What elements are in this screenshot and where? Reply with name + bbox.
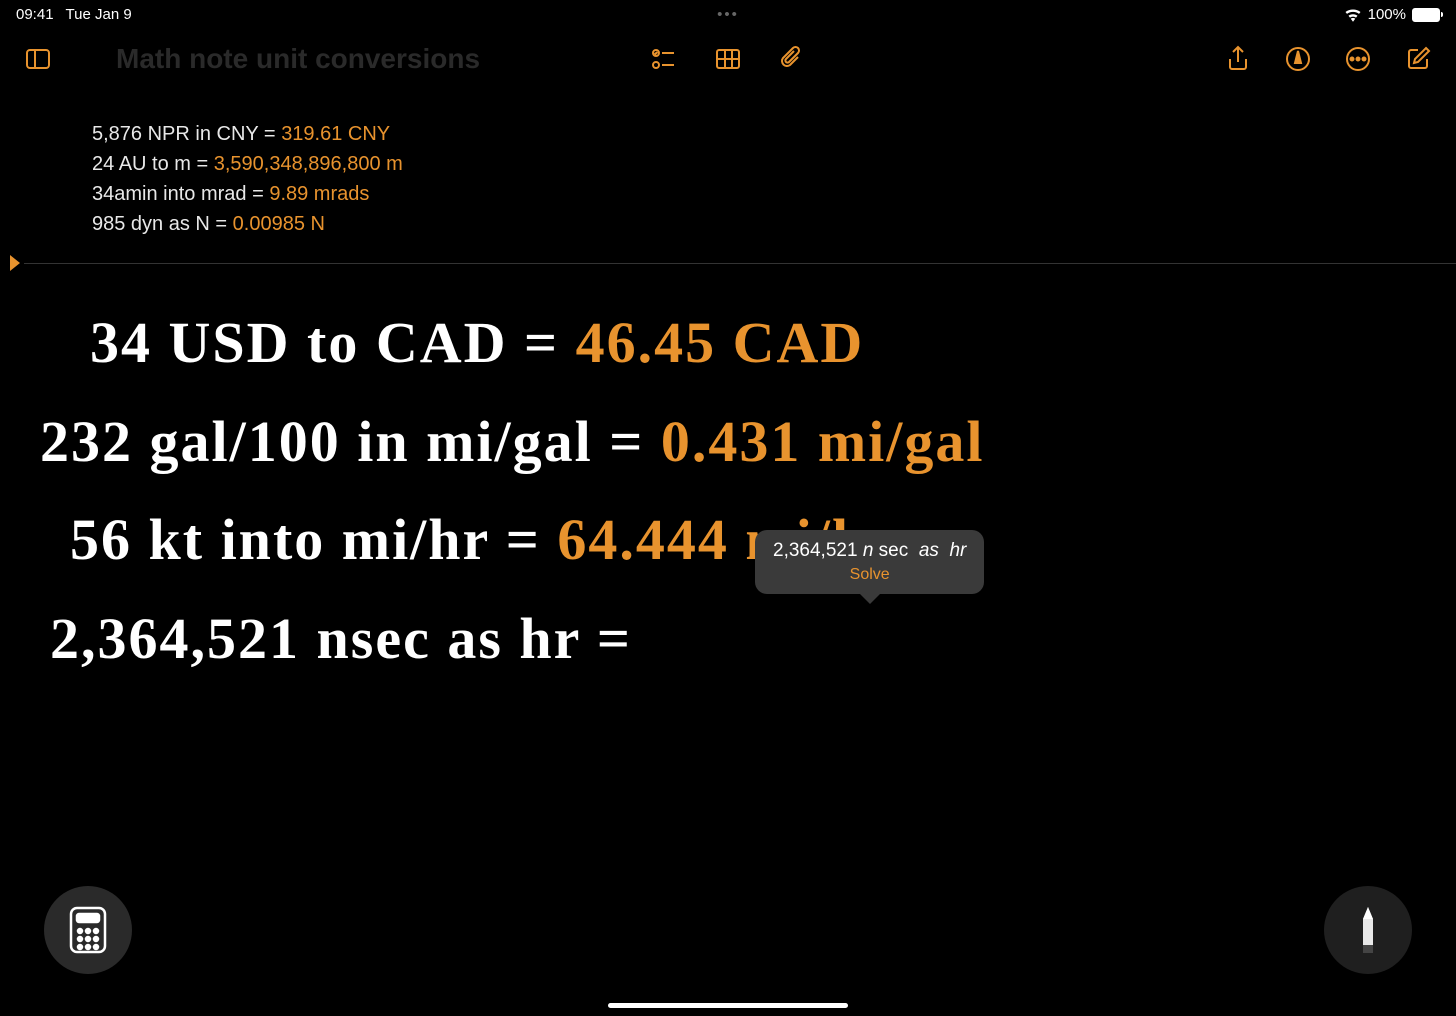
hw-result: 46.45 CAD [576,310,865,375]
calculator-button[interactable] [44,886,132,974]
divider-line [24,263,1456,264]
attachment-icon[interactable] [778,45,806,73]
typed-conversions[interactable]: 5,876 NPR in CNY = 319.61 CNY 24 AU to m… [92,119,1456,239]
hw-result: 0.431 mi/gal [661,409,985,474]
handwriting-canvas[interactable]: 34 USD to CAD = 46.45 CAD 232 gal/100 in… [0,294,1456,688]
typed-expr: 5,876 NPR in CNY = [92,123,276,145]
home-indicator[interactable] [608,1003,848,1008]
toolbar: Math note unit conversions [0,29,1456,89]
typed-result: 9.89 mrads [269,183,369,205]
typed-line-1[interactable]: 24 AU to m = 3,590,348,896,800 m [92,149,1456,179]
battery-icon [1412,8,1440,22]
status-left: 09:41 Tue Jan 9 [16,6,132,23]
typed-result: 3,590,348,896,800 m [214,153,403,175]
hw-expr: 2,364,521 nsec as hr = [50,606,632,671]
divider-handle-icon[interactable] [10,255,20,271]
hw-expr: 232 gal/100 in mi/gal = [40,409,644,474]
typed-line-0[interactable]: 5,876 NPR in CNY = 319.61 CNY [92,119,1456,149]
compose-icon[interactable] [1404,45,1432,73]
more-icon[interactable] [1344,45,1372,73]
typed-result: 0.00985 N [233,213,325,235]
typed-line-3[interactable]: 985 dyn as N = 0.00985 N [92,209,1456,239]
checklist-icon[interactable] [650,45,678,73]
typed-expr: 34amin into mrad = [92,183,264,205]
handwritten-line-2[interactable]: 56 kt into mi/hr = 64.444 mi/hr [70,491,1416,590]
typed-expr: 985 dyn as N = [92,213,227,235]
status-time: 09:41 [16,6,54,23]
typed-result: 319.61 CNY [281,123,390,145]
pencil-tool-button[interactable] [1324,886,1412,974]
typed-expr: 24 AU to m = [92,153,208,175]
handwritten-line-0[interactable]: 34 USD to CAD = 46.45 CAD [90,294,1416,393]
handwritten-line-1[interactable]: 232 gal/100 in mi/gal = 0.431 mi/gal [40,393,1416,492]
pencil-icon [1359,905,1377,955]
battery-percent: 100% [1368,6,1406,23]
note-title: Math note unit conversions [116,43,480,75]
hw-expr: 56 kt into mi/hr = [70,507,541,572]
typed-line-2[interactable]: 34amin into mrad = 9.89 mrads [92,179,1456,209]
calculator-icon [69,906,107,954]
status-date: Tue Jan 9 [66,6,132,23]
share-icon[interactable] [1224,45,1252,73]
hw-expr: 34 USD to CAD = [90,310,559,375]
solve-button[interactable]: Solve [773,566,966,584]
solve-tooltip[interactable]: 2,364,521 n sec as hr Solve [755,530,984,594]
markup-icon[interactable] [1284,45,1312,73]
multitask-dots[interactable]: ••• [717,6,739,23]
table-icon[interactable] [714,45,742,73]
handwritten-line-3[interactable]: 2,364,521 nsec as hr = [50,590,1416,689]
status-bar: 09:41 Tue Jan 9 ••• 100% [0,0,1456,29]
section-divider[interactable] [0,263,1456,264]
wifi-icon [1344,8,1362,22]
tooltip-expression: 2,364,521 n sec as hr [773,540,966,562]
status-right: 100% [1344,6,1440,23]
sidebar-toggle-icon[interactable] [24,45,52,73]
